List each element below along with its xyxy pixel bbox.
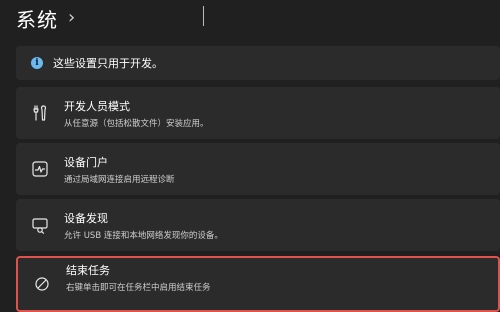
page-header: 系统 ›	[16, 2, 75, 34]
chevron-right-icon[interactable]: ›	[68, 7, 75, 28]
developer-mode-card[interactable]: 开发人员模式 从任意源（包括松散文件）安装应用。	[16, 87, 500, 139]
text-cursor	[203, 6, 204, 26]
info-bar: i 这些设置只用于开发。	[16, 46, 500, 80]
card-subtitle: 右键单击即可在任务栏中启用结束任务	[66, 282, 211, 293]
card-subtitle: 通过局域网连接启用远程诊断	[64, 174, 175, 185]
device-discovery-card[interactable]: 设备发现 允许 USB 连接和本地网络发现你的设备。	[16, 199, 500, 251]
info-icon: i	[31, 57, 43, 69]
card-title: 开发人员模式	[64, 99, 130, 113]
device-portal-icon	[30, 159, 50, 179]
device-portal-card[interactable]: 设备门户 通过局域网连接启用远程诊断	[16, 143, 500, 195]
card-subtitle: 从任意源（包括松散文件）安装应用。	[64, 118, 209, 129]
developer-tools-icon	[30, 103, 50, 123]
end-task-icon	[32, 274, 52, 294]
card-subtitle: 允许 USB 连接和本地网络发现你的设备。	[64, 230, 223, 241]
card-title: 设备门户	[64, 155, 108, 169]
info-text: 这些设置只用于开发。	[53, 57, 163, 70]
card-title: 设备发现	[64, 211, 108, 225]
device-discovery-icon	[30, 215, 50, 235]
card-title: 结束任务	[66, 263, 110, 277]
page-title: 系统	[16, 7, 58, 32]
end-task-card[interactable]: 结束任务 右键单击即可在任务栏中启用结束任务	[16, 256, 500, 312]
